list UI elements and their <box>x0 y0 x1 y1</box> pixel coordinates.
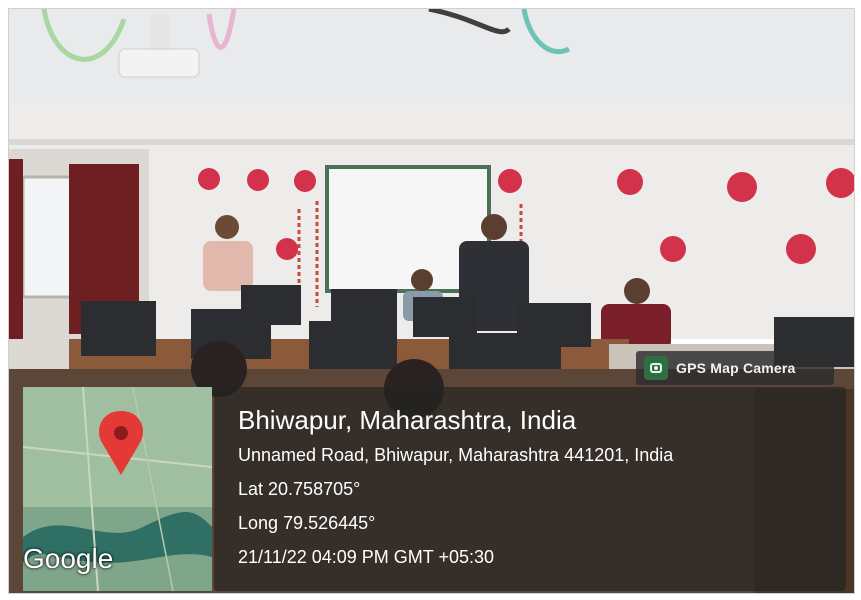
longitude: Long 79.526445° <box>238 513 376 533</box>
latitude: Lat 20.758705° <box>238 479 361 499</box>
projector <box>118 48 200 78</box>
google-attribution: Google <box>23 543 114 574</box>
curtain-left <box>9 159 23 339</box>
projector-mount <box>149 14 171 54</box>
location-info-panel: Bhiwapur, Maharashtra, India Unnamed Roa… <box>214 387 846 591</box>
location-title: Bhiwapur, Maharashtra, India <box>238 405 577 435</box>
camera-icon <box>644 356 668 380</box>
timestamp: 21/11/22 04:09 PM GMT +05:30 <box>238 547 494 567</box>
location-address: Unnamed Road, Bhiwapur, Maharashtra 4412… <box>238 445 674 465</box>
photo-frame: Google GPS Map Camera Bhiwapur, Maharash… <box>8 8 855 594</box>
gps-map-camera-badge: GPS Map Camera <box>636 351 834 385</box>
badge-label: GPS Map Camera <box>676 360 796 376</box>
